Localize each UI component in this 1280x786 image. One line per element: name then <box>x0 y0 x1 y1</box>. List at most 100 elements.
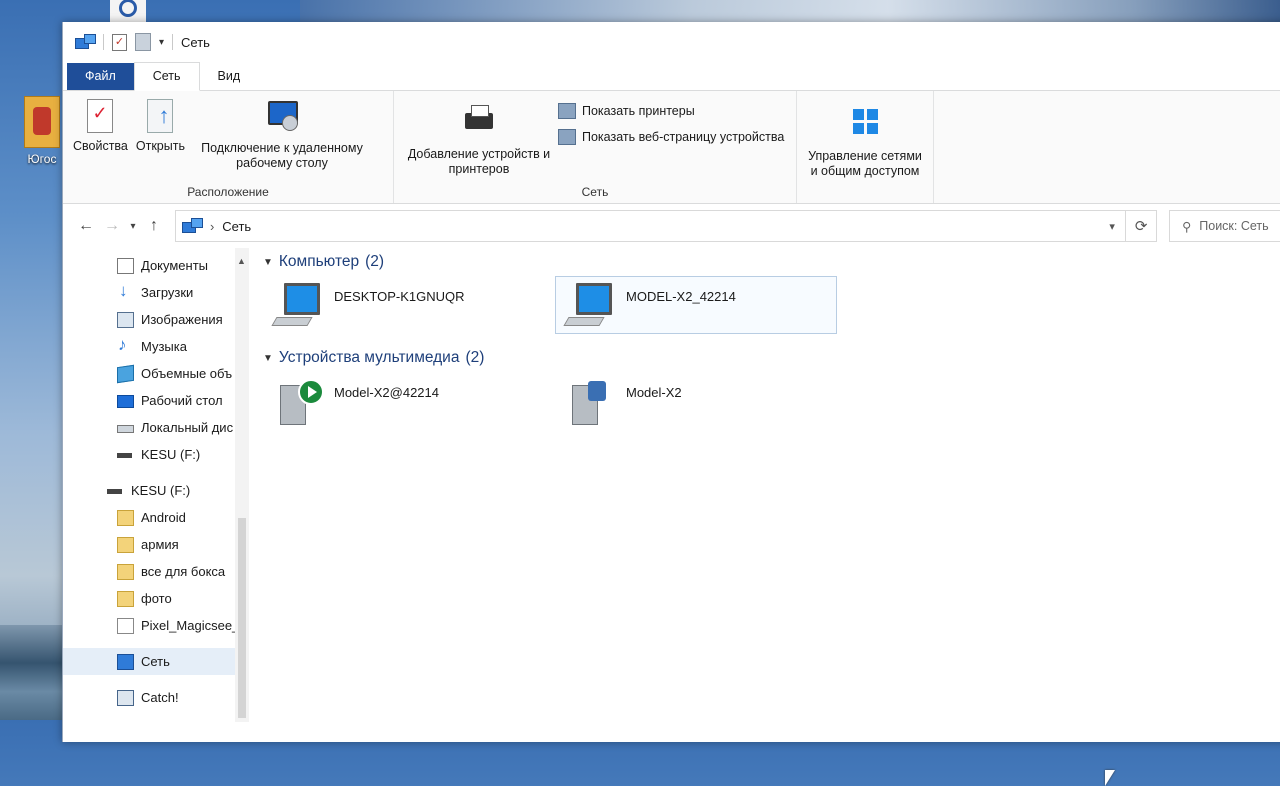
back-button[interactable]: ← <box>73 217 99 235</box>
media-player-icon <box>274 379 324 425</box>
nav-item-desktop[interactable]: Рабочий стол <box>63 387 249 414</box>
nav-item-photo[interactable]: фото <box>63 585 249 612</box>
show-device-page-button[interactable]: Показать веб-страницу устройства <box>558 129 784 145</box>
network-sharing-center-button[interactable]: Управление сетями и общим доступом <box>803 95 927 203</box>
scroll-thumb[interactable] <box>238 518 246 718</box>
chevron-down-icon[interactable]: ▾ <box>1099 220 1125 233</box>
file-list: ▼ Компьютер (2) DESKTOP-K1GNUQR MODEL-X2… <box>249 248 1280 786</box>
app-ring-icon <box>119 0 137 17</box>
nav-label: Локальный дис <box>141 420 234 435</box>
section-count: (2) <box>465 349 485 366</box>
group-label-location: Расположение <box>187 185 269 199</box>
catch-icon <box>117 690 134 706</box>
forward-button[interactable]: → <box>99 217 125 235</box>
properties-icon <box>87 99 114 133</box>
documents-icon <box>117 258 134 274</box>
remote-desktop-icon <box>266 97 298 135</box>
ribbon-tabs: Файл Сеть Вид <box>63 62 1280 91</box>
desktop-shortcut-label: Югос <box>27 152 57 166</box>
search-input[interactable]: ⚲ Поиск: Сеть <box>1169 210 1280 242</box>
usb-drive-icon <box>117 453 132 458</box>
nav-item-local-disk[interactable]: Локальный дис <box>63 414 249 441</box>
title-bar[interactable]: ✓ ▾ Сеть <box>63 22 1280 62</box>
up-button[interactable]: ↑ <box>141 217 167 235</box>
music-icon <box>117 335 132 355</box>
section-header-computers[interactable]: ▼ Компьютер (2) <box>263 248 1280 276</box>
nav-item-boxing[interactable]: все для бокса <box>63 558 249 585</box>
refresh-button[interactable]: ⟳ <box>1126 210 1158 242</box>
3d-objects-icon <box>117 364 134 384</box>
remote-desktop-label: Подключение к удаленному рабочему столу <box>201 141 363 170</box>
computer-item[interactable]: DESKTOP-K1GNUQR <box>263 276 545 334</box>
images-icon <box>117 312 134 328</box>
folder-icon <box>117 537 134 553</box>
downloads-icon <box>117 281 132 301</box>
nav-item-images[interactable]: Изображения <box>63 306 249 333</box>
window-title: Сеть <box>181 34 210 50</box>
network-icon <box>117 654 134 670</box>
ribbon-group-network: Добавление устройств и принтеров Показат… <box>394 91 797 203</box>
usb-drive-icon <box>107 489 122 494</box>
section-count: (2) <box>365 253 385 270</box>
explorer-window: ✓ ▾ Сеть Файл Сеть Вид Свойства Открыть … <box>62 22 1280 786</box>
ribbon-group-location: Свойства Открыть Подключение к удаленном… <box>63 91 394 203</box>
explorer-body: Документы Загрузки Изображения Музыка Об… <box>63 248 1280 786</box>
search-icon: ⚲ <box>1182 219 1192 234</box>
section-title: Устройства мультимедиа <box>278 349 460 366</box>
item-name: Model-X2 <box>626 385 682 400</box>
quick-access-toolbar: ✓ ▾ <box>75 33 174 51</box>
nav-item-3d-objects[interactable]: Объемные объ <box>63 360 249 387</box>
properties-quick-icon[interactable]: ✓ <box>112 33 127 51</box>
nav-item-armiya[interactable]: армия <box>63 531 249 558</box>
folder-icon <box>117 591 134 607</box>
network-icon <box>181 218 203 234</box>
section-title: Компьютер <box>278 253 360 270</box>
recent-locations-button[interactable]: ▾ <box>125 221 141 232</box>
nav-item-documents[interactable]: Документы <box>63 252 249 279</box>
nav-item-kesu-drive-root[interactable]: KESU (F:) <box>63 477 249 504</box>
tab-view[interactable]: Вид <box>200 63 259 90</box>
chevron-down-icon: ▼ <box>263 256 273 268</box>
show-printers-label: Показать принтеры <box>582 104 695 118</box>
nav-item-downloads[interactable]: Загрузки <box>63 279 249 306</box>
tab-file[interactable]: Файл <box>67 63 134 90</box>
item-name: Model-X2@42214 <box>334 385 439 400</box>
computer-icon <box>566 283 614 329</box>
scroll-up-icon[interactable]: ▲ <box>237 256 246 266</box>
local-disk-icon <box>117 425 134 433</box>
address-bar[interactable]: › Сеть ▾ <box>174 210 1127 242</box>
section-header-media-devices[interactable]: ▼ Устройства мультимедиа (2) <box>263 344 1280 372</box>
nav-item-catch[interactable]: Catch! <box>63 684 249 711</box>
printer-icon <box>463 103 495 141</box>
media-device-item[interactable]: Model-X2@42214 <box>263 372 545 430</box>
properties-label: Свойства <box>73 139 128 153</box>
search-placeholder: Поиск: Сеть <box>1199 219 1269 233</box>
show-device-page-label: Показать веб-страницу устройства <box>582 130 785 144</box>
media-device-icon <box>566 379 614 425</box>
media-device-item[interactable]: Model-X2 <box>555 372 837 430</box>
nav-item-android[interactable]: Android <box>63 504 249 531</box>
nav-scrollbar[interactable]: ▲ <box>235 248 249 722</box>
desktop-shortcut[interactable]: Югос <box>18 96 66 166</box>
chevron-right-icon: › <box>209 218 215 234</box>
nav-item-pixel-magicsee[interactable]: Pixel_Magicsee_ <box>63 612 249 639</box>
navigation-pane: Документы Загрузки Изображения Музыка Об… <box>63 248 249 722</box>
nav-item-music[interactable]: Музыка <box>63 333 249 360</box>
nav-label: Pixel_Magicsee_ <box>141 618 240 633</box>
tab-network[interactable]: Сеть <box>133 62 200 91</box>
media-items: Model-X2@42214 Model-X2 <box>263 372 1280 440</box>
computer-item[interactable]: MODEL-X2_42214 <box>555 276 837 334</box>
desktop-app-icon[interactable] <box>110 0 146 22</box>
device-badge-icon <box>588 381 606 401</box>
new-folder-quick-icon[interactable] <box>135 33 151 51</box>
address-bar-row: ← → ▾ ↑ › Сеть ▾ ⟳ ⚲ Поиск: Сеть <box>63 204 1280 248</box>
nav-item-kesu-drive[interactable]: KESU (F:) <box>63 441 249 468</box>
folder-icon <box>117 564 134 580</box>
show-printers-button[interactable]: Показать принтеры <box>558 103 784 119</box>
nav-item-network[interactable]: Сеть <box>63 648 249 675</box>
customize-quick-access-icon[interactable]: ▾ <box>159 37 164 48</box>
breadcrumb-network[interactable]: Сеть <box>222 219 251 234</box>
ribbon: Свойства Открыть Подключение к удаленном… <box>63 91 1280 204</box>
